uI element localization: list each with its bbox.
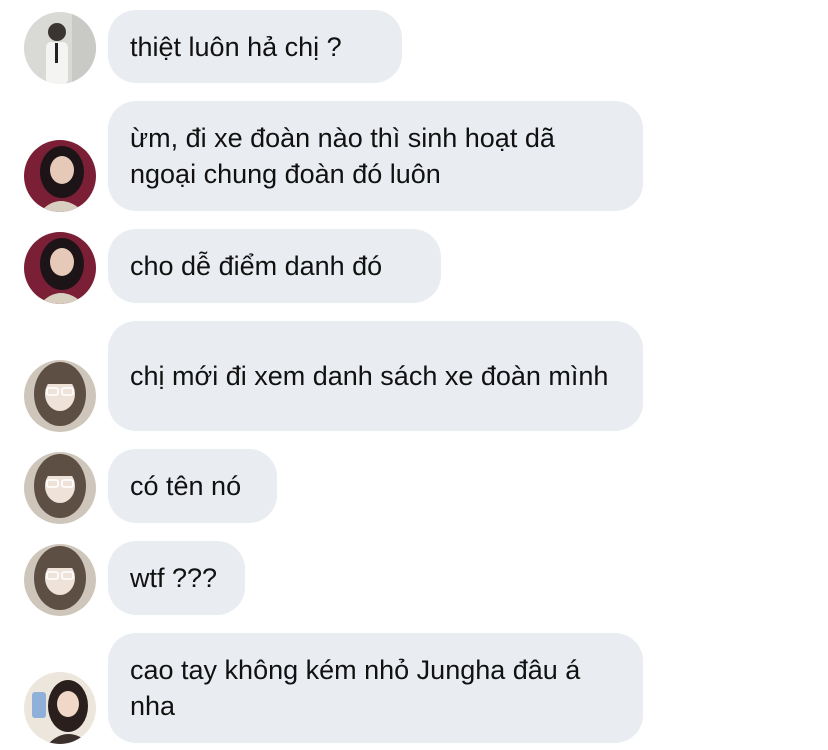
- message-bubble[interactable]: chị mới đi xem danh sách xe đoàn mình: [108, 321, 643, 431]
- message-bubble[interactable]: thiệt luôn hả chị ?: [108, 10, 402, 83]
- avatar[interactable]: [24, 544, 96, 616]
- avatar[interactable]: [24, 140, 96, 212]
- message-text: wtf ???: [130, 563, 218, 593]
- avatar[interactable]: [24, 12, 96, 84]
- message-text: chị mới đi xem danh sách xe đoàn mình: [130, 361, 609, 391]
- avatar[interactable]: [24, 232, 96, 304]
- message-text: thiệt luôn hả chị ?: [130, 31, 342, 62]
- message-bubble[interactable]: ừm, đi xe đoàn nào thì sinh hoạt dã ngoạ…: [108, 101, 643, 211]
- avatar[interactable]: [24, 360, 96, 432]
- avatar-girl-glasses-icon: [24, 360, 96, 432]
- avatar[interactable]: [24, 672, 96, 744]
- message-text: ừm, đi xe đoàn nào thì sinh hoạt dã ngoạ…: [130, 123, 563, 189]
- message-bubble[interactable]: wtf ???: [108, 541, 245, 615]
- message-text: cho dễ điểm danh đó: [130, 251, 383, 281]
- avatar-man-white-shirt-icon: [24, 12, 96, 84]
- avatar-girl-dark-hair-icon: [24, 232, 96, 304]
- avatar-girl-phone-selfie-icon: [24, 672, 96, 744]
- message-bubble[interactable]: cho dễ điểm danh đó: [108, 229, 441, 303]
- avatar-girl-glasses-icon: [24, 544, 96, 616]
- avatar-girl-dark-hair-icon: [24, 140, 96, 212]
- avatar[interactable]: [24, 452, 96, 524]
- message-text: cao tay không kém nhỏ Jungha đâu á nha: [130, 655, 588, 721]
- message-text: có tên nó: [130, 471, 242, 501]
- message-bubble[interactable]: có tên nó: [108, 449, 277, 523]
- message-bubble[interactable]: cao tay không kém nhỏ Jungha đâu á nha: [108, 633, 643, 743]
- avatar-girl-glasses-icon: [24, 452, 96, 524]
